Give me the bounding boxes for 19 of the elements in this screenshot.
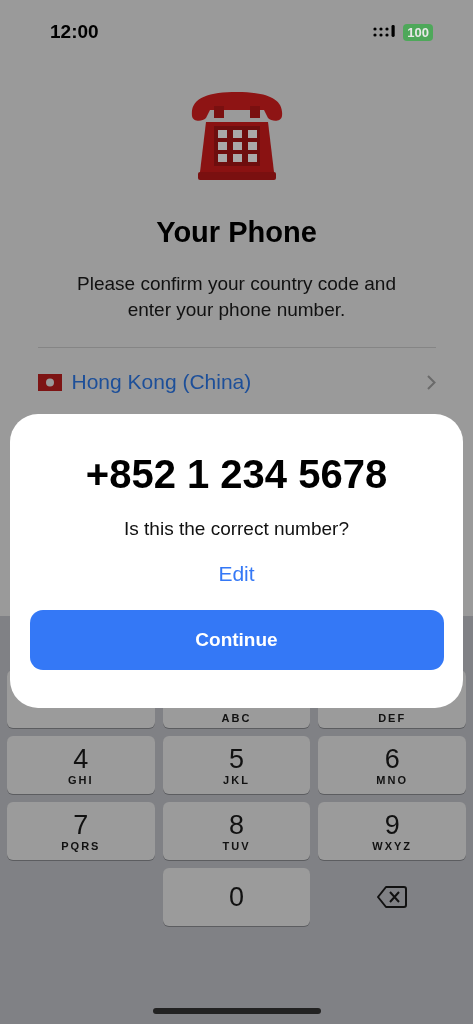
edit-link[interactable]: Edit (218, 562, 255, 586)
screen-title: Your Phone (156, 216, 317, 249)
confirm-question: Is this the correct number? (124, 518, 349, 540)
keypad-key[interactable]: 8 TUV (162, 802, 311, 860)
status-time: 12:00 (50, 21, 99, 43)
keypad-key[interactable]: 9 WXYZ (318, 802, 466, 860)
chevron-icon (426, 374, 436, 390)
flag-icon (37, 373, 62, 391)
signal-icon (373, 25, 398, 39)
keypad-key[interactable]: 7 PQRS (7, 802, 155, 860)
phone-number: +852 1 234 5678 (85, 451, 388, 498)
keypad-key[interactable]: 0 (162, 868, 311, 926)
keypad-key[interactable]: 4 GHI (7, 736, 155, 794)
continue-button[interactable]: Continue (29, 610, 444, 670)
instruction-text: Please confirm your country code and enter your phone number. (76, 272, 397, 322)
keypad-key[interactable]: 5 JKL (162, 736, 311, 794)
battery-level: 100 (403, 23, 433, 41)
backspace-icon[interactable] (377, 885, 408, 909)
keypad-key[interactable]: 6 MNO (318, 736, 466, 794)
